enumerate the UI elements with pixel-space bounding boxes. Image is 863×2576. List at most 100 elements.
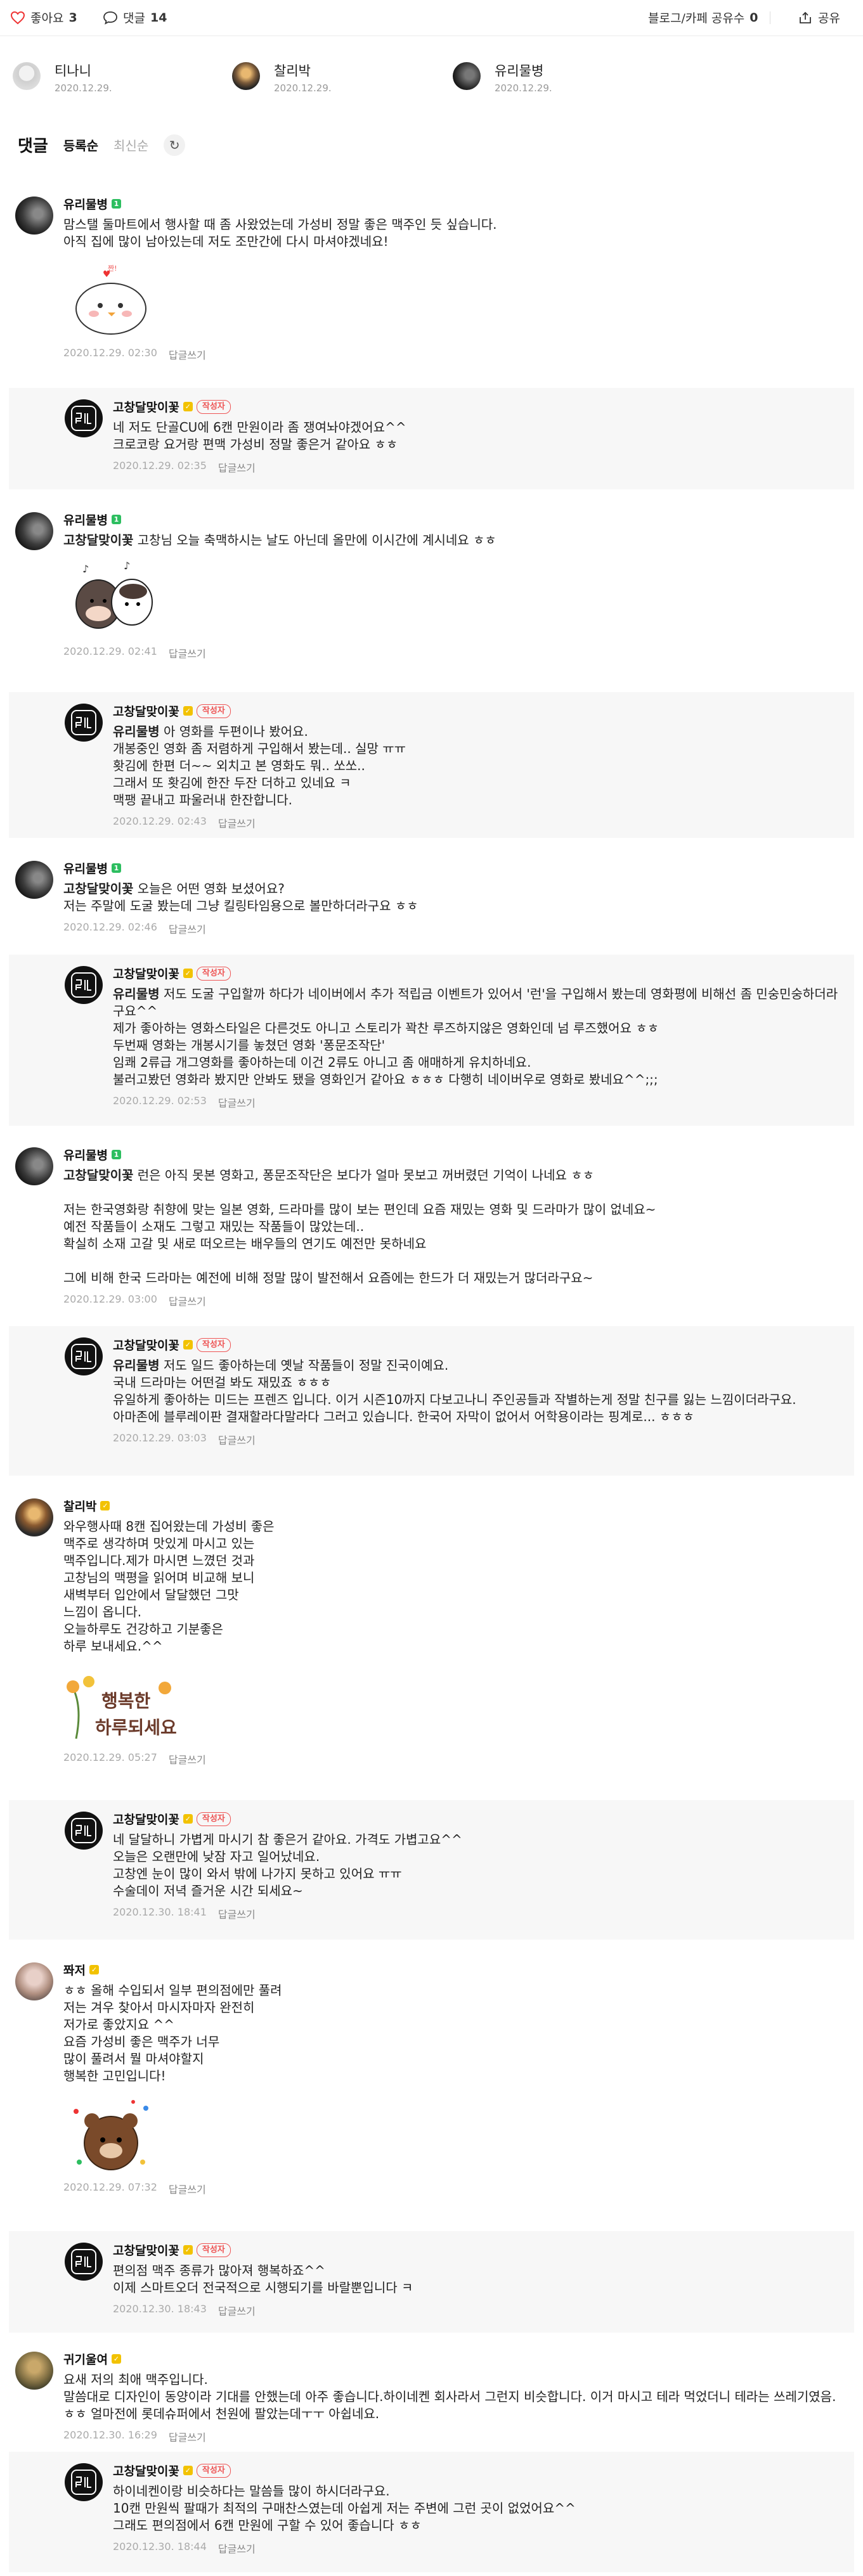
reply-button[interactable]: 답글쓰기 (169, 1751, 206, 1767)
comment-content: ㅎㅎ 올해 수입되서 일부 편의점에만 풀려 저는 겨우 찾아서 마시자마자 완… (63, 1983, 282, 2083)
mention[interactable]: 유리물병 (113, 986, 160, 1001)
avatar[interactable] (15, 2352, 53, 2390)
speech-bubble-icon (103, 11, 117, 25)
liker-date: 2020.12.29. (274, 82, 332, 94)
level-badge-icon: ✓ (183, 706, 193, 716)
comment-body: 고창달맞이꽃 ✓ 작성자 편의점 맥주 종류가 많아져 행복하죠^^ 이제 스마트오더… (113, 2241, 841, 2318)
comment-author[interactable]: 쫘저 ✓ (63, 1961, 850, 1978)
like-button[interactable]: 좋아요 3 (10, 9, 77, 26)
liker-name: 티나니 (55, 63, 91, 79)
comment-text: 고창달맞이꽃 오늘은 어떤 영화 보셨어요? 저는 주말에 도굴 봤는데 그냥 … (63, 880, 850, 915)
reply-button[interactable]: 답글쓰기 (169, 1293, 206, 1308)
comment-text: ㅎㅎ 올해 수입되서 일부 편의점에만 풀려 저는 겨우 찾아서 마시자마자 완… (63, 1982, 850, 2085)
avatar[interactable] (65, 966, 103, 1004)
author-name: 고창달맞이꽃 (113, 1339, 179, 1353)
reply-button[interactable]: 답글쓰기 (169, 921, 206, 936)
comment-author[interactable]: 고창달맞이꽃 ✓ 작성자 (113, 2241, 841, 2258)
comment-meta: 2020.12.29. 02:43 답글쓰기 (113, 815, 841, 830)
comment-timestamp: 2020.12.30. 18:44 (113, 2541, 207, 2553)
comment-timestamp: 2020.12.29. 02:43 (113, 815, 207, 827)
liker-item[interactable]: 유리물병 2020.12.29. (453, 57, 618, 101)
comment-timestamp: 2020.12.29. 02:41 (63, 645, 157, 657)
comment-meta: 2020.12.29. 02:46 답글쓰기 (63, 921, 850, 936)
level-badge-icon: ✓ (111, 2354, 121, 2364)
comment-body: 고창달맞이꽃 ✓ 작성자 유리물병 저도 도굴 구입할까 하다가 네이버에서 추가 적… (113, 965, 841, 1110)
comments-header: 댓글 등록순 최신순 ↻ (18, 133, 186, 157)
author-name: 고창달맞이꽃 (113, 2464, 179, 2478)
comment-author[interactable]: 유리물병 1 (63, 860, 850, 877)
reply-button[interactable]: 답글쓰기 (169, 347, 206, 362)
reply-button[interactable]: 답글쓰기 (218, 2541, 256, 2556)
reply-button[interactable]: 답글쓰기 (169, 2181, 206, 2196)
reply-button[interactable]: 답글쓰기 (169, 645, 206, 660)
avatar[interactable] (15, 1147, 53, 1185)
comment-author[interactable]: 유리물병 1 (63, 511, 850, 528)
reply-button[interactable]: 답글쓰기 (218, 2303, 256, 2318)
liker-item[interactable]: 티나니 2020.12.29. (13, 57, 178, 101)
sort-by-registration[interactable]: 등록순 (63, 136, 98, 154)
avatar[interactable] (15, 1498, 53, 1536)
avatar[interactable] (65, 399, 103, 437)
comment-timestamp: 2020.12.30. 18:43 (113, 2303, 207, 2315)
avatar[interactable] (15, 1962, 53, 2000)
level-badge-icon: ✓ (183, 1814, 193, 1824)
comment-author[interactable]: 유리물병 1 (63, 195, 850, 212)
avatar[interactable] (15, 512, 53, 550)
comment-author[interactable]: 찰리박 ✓ (63, 1497, 850, 1514)
reply-comment: 고창달맞이꽃 ✓ 작성자 편의점 맥주 종류가 많아져 행복하죠^^ 이제 스마트오더… (9, 2231, 854, 2333)
share-blog-count: 0 (749, 10, 758, 25)
avatar[interactable] (65, 704, 103, 742)
comment-author[interactable]: 고창달맞이꽃 ✓ 작성자 (113, 1336, 841, 1353)
logo-icon (71, 2470, 96, 2495)
comment-author[interactable]: 귀기울여 ✓ (63, 2350, 850, 2367)
comment-text: 요새 저의 최애 맥주입니다. 말씀대로 디자인이 동양이라 기대를 안했는데 … (63, 2371, 850, 2423)
refresh-icon[interactable]: ↻ (164, 134, 186, 156)
comments-title: 댓글 (18, 137, 48, 156)
avatar[interactable] (65, 1812, 103, 1850)
share-button[interactable]: 공유 (798, 9, 840, 26)
mention[interactable]: 고창달맞이꽃 (63, 1168, 133, 1183)
comment-author[interactable]: 고창달맞이꽃 ✓ 작성자 (113, 2462, 841, 2479)
avatar[interactable] (15, 196, 53, 235)
author-name: 유리물병 (63, 1149, 108, 1162)
sort-by-latest[interactable]: 최신순 (114, 136, 148, 154)
liker-item[interactable]: 찰리박 2020.12.29. (232, 57, 397, 101)
logo-icon (71, 1818, 96, 1843)
level-badge-icon: 1 (111, 515, 121, 524)
author-name: 찰리박 (63, 1500, 97, 1514)
comment-author[interactable]: 고창달맞이꽃 ✓ 작성자 (113, 965, 841, 982)
reply-button[interactable]: 답글쓰기 (218, 1095, 256, 1110)
comment-count: 14 (150, 10, 167, 25)
comment-button[interactable]: 댓글 14 (103, 9, 167, 26)
comment-text: 유리물병 저도 일드 좋아하는데 옛날 작품들이 정말 진국이예요. 국내 드라… (113, 1357, 841, 1426)
avatar[interactable] (65, 1337, 103, 1375)
mention[interactable]: 고창달맞이꽃 (63, 881, 133, 896)
avatar[interactable] (15, 861, 53, 899)
author-badge: 작성자 (196, 399, 231, 414)
avatar[interactable] (65, 2463, 103, 2501)
reply-button[interactable]: 답글쓰기 (218, 460, 256, 475)
comment-text: 와우행사때 8캔 집어왔는데 가성비 좋은 맥주로 생각하며 맛있게 마시고 있… (63, 1518, 850, 1655)
comment-text: 고창달맞이꽃 런은 아직 못본 영화고, 퐁문조작단은 보다가 얼마 못보고 꺼… (63, 1167, 850, 1287)
avatar[interactable] (65, 2243, 103, 2281)
reply-button[interactable]: 답글쓰기 (218, 1906, 256, 1921)
mention[interactable]: 유리물병 (113, 1358, 160, 1373)
comment-author[interactable]: 고창달맞이꽃 ✓ 작성자 (113, 398, 841, 415)
svg-text:♪: ♪ (124, 560, 130, 572)
mention[interactable]: 유리물병 (113, 724, 160, 739)
reply-button[interactable]: 답글쓰기 (218, 815, 256, 830)
mention[interactable]: 고창달맞이꽃 (63, 532, 133, 548)
comment-author[interactable]: 유리물병 1 (63, 1146, 850, 1163)
liker-date: 2020.12.29. (55, 82, 112, 94)
reply-button[interactable]: 답글쓰기 (218, 1432, 256, 1447)
comment-content: 고창님 오늘 축맥하시는 날도 아닌데 올만에 이시간에 계시네요 ㅎㅎ (133, 532, 496, 548)
comment-author[interactable]: 고창달맞이꽃 ✓ 작성자 (113, 1810, 841, 1827)
comment-author[interactable]: 고창달맞이꽃 ✓ 작성자 (113, 702, 841, 719)
sticker-caption: 하루되세요 (95, 1717, 177, 1738)
author-badge: 작성자 (196, 1337, 231, 1352)
author-name: 쫘저 (63, 1964, 86, 1978)
level-badge-icon: ✓ (183, 969, 193, 978)
reply-button[interactable]: 답글쓰기 (169, 2429, 206, 2444)
heart-icon (10, 11, 25, 24)
blog-cafe-share-count[interactable]: 블로그/카페 공유수 0 (648, 9, 770, 26)
